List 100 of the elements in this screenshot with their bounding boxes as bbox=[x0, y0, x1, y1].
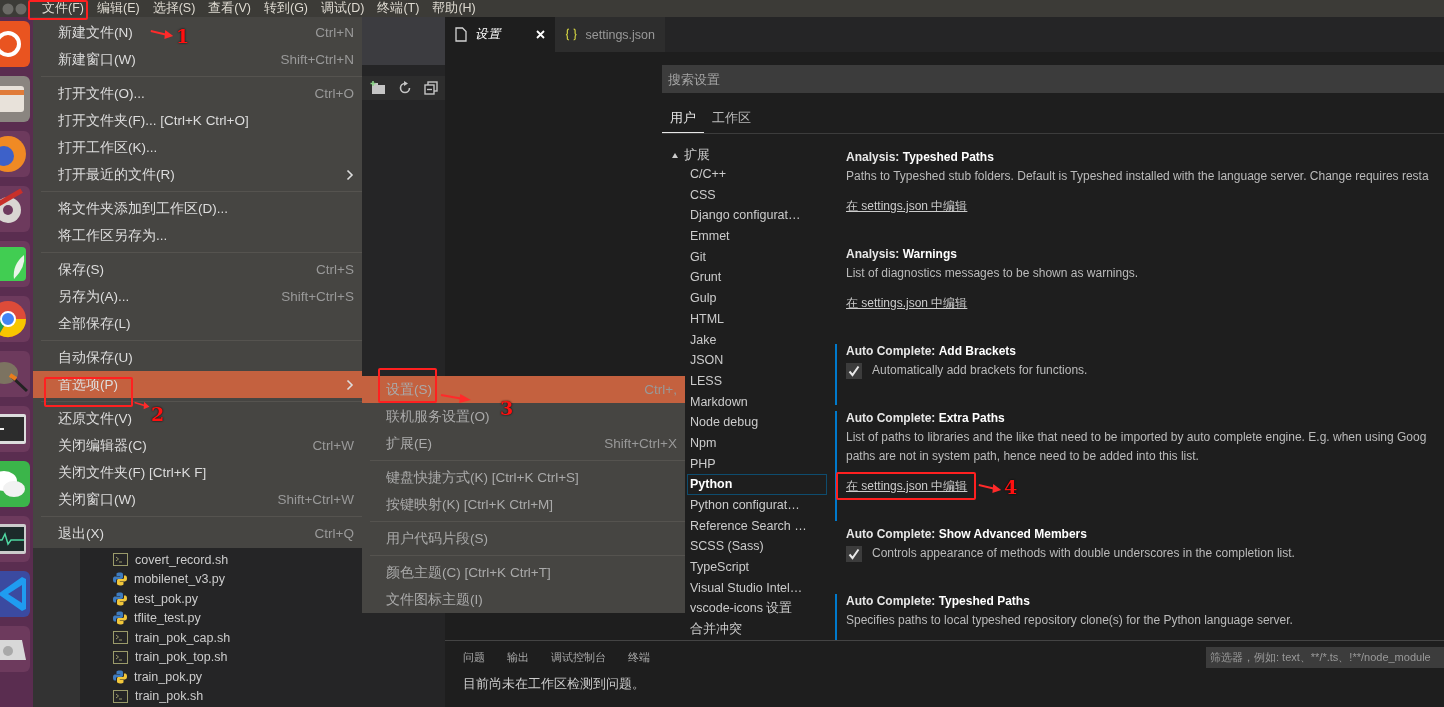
chat-bubbles-icon[interactable] bbox=[0, 461, 30, 507]
menu-item[interactable]: 用户代码片段(S) bbox=[386, 529, 488, 548]
menu-bar-item[interactable]: 转到(G) bbox=[264, 0, 309, 17]
menu-item[interactable]: 联机服务设置(O) bbox=[386, 407, 490, 426]
menu-item[interactable]: 打开最近的文件(R) bbox=[58, 165, 175, 184]
pulse-monitor-icon[interactable] bbox=[0, 516, 30, 562]
menu-item[interactable]: 将工作区另存为... bbox=[58, 226, 168, 245]
toc-item[interactable]: TypeScript bbox=[687, 557, 827, 578]
toc-item[interactable]: Grunt bbox=[687, 267, 827, 289]
scope-tab[interactable]: 用户 bbox=[662, 108, 704, 133]
toc-item[interactable]: 合并冲突 bbox=[687, 619, 827, 640]
menu-bar-item[interactable]: 帮助(H) bbox=[432, 0, 476, 17]
circle-logo-icon[interactable] bbox=[0, 21, 30, 67]
toc-group[interactable]: 扩展 bbox=[684, 147, 710, 164]
toc-item[interactable]: Git bbox=[687, 246, 827, 268]
ring-logo-icon[interactable] bbox=[0, 296, 30, 342]
menu-item[interactable]: 退出(X) bbox=[58, 524, 104, 543]
refresh-icon[interactable] bbox=[398, 81, 412, 95]
file-name[interactable]: mobilenet_v3.py bbox=[134, 572, 226, 587]
brush-icon[interactable] bbox=[0, 351, 30, 397]
python-file-icon bbox=[113, 591, 127, 606]
close-icon[interactable] bbox=[536, 30, 545, 39]
file-name[interactable]: train_pok_cap.sh bbox=[135, 630, 231, 645]
disk-drive-icon[interactable] bbox=[0, 626, 30, 672]
menu-item[interactable]: 打开工作区(K)... bbox=[58, 138, 158, 157]
scope-tab[interactable]: 工作区 bbox=[704, 108, 759, 133]
menu-bar-item[interactable]: 终端(T) bbox=[377, 0, 420, 17]
edit-in-settings-json-link[interactable]: 在 settings.json 中编辑 bbox=[846, 478, 968, 495]
menu-item[interactable]: 扩展(E) bbox=[386, 434, 432, 453]
menu-item[interactable]: 关闭窗口(W) bbox=[58, 490, 136, 509]
menu-item[interactable]: 全部保存(L) bbox=[58, 314, 131, 333]
leaf-icon[interactable] bbox=[0, 241, 30, 287]
menu-item[interactable]: 按键映射(K) [Ctrl+K Ctrl+M] bbox=[386, 495, 553, 514]
panel-tab[interactable]: 问题 bbox=[463, 649, 485, 665]
menu-item[interactable]: 文件图标主题(I) bbox=[386, 590, 483, 609]
expand-icon[interactable] bbox=[672, 153, 678, 158]
globe-icon[interactable] bbox=[0, 131, 30, 177]
menu-bar-item[interactable]: 文件(F) bbox=[42, 0, 84, 17]
menu-item[interactable]: 颜色主题(C) [Ctrl+K Ctrl+T] bbox=[386, 563, 551, 582]
menu-item[interactable]: 关闭文件夹(F) [Ctrl+K F] bbox=[58, 463, 207, 482]
menu-bar-item[interactable]: 编辑(E) bbox=[96, 0, 140, 17]
file-name[interactable]: train_pok.py bbox=[134, 669, 203, 684]
menu-item[interactable]: 还原文件(V) bbox=[58, 409, 132, 428]
terminal-icon[interactable] bbox=[0, 406, 30, 452]
menu-item[interactable]: 关闭编辑器(C) bbox=[58, 436, 147, 455]
checkbox[interactable] bbox=[846, 546, 862, 562]
toc-item[interactable]: vscode-icons 设置 bbox=[687, 598, 827, 620]
menu-item[interactable]: 打开文件(O)... bbox=[58, 84, 145, 103]
menu-item[interactable]: 新建文件(N) bbox=[58, 23, 133, 42]
file-name[interactable]: train_pok_top.sh bbox=[135, 650, 228, 665]
toc-item[interactable]: Npm bbox=[687, 432, 827, 454]
menu-item[interactable]: 保存(S) bbox=[58, 260, 104, 279]
filter-field[interactable]: 筛选器，例如: text、**/*.ts、!**/node_module bbox=[1206, 646, 1444, 668]
menu-bar-item[interactable]: 选择(S) bbox=[152, 0, 196, 17]
toc-item[interactable]: Node debug bbox=[687, 412, 827, 433]
toc-item[interactable]: Jake bbox=[687, 329, 827, 351]
panel-tab[interactable]: 输出 bbox=[507, 649, 529, 665]
toc-item[interactable]: HTML bbox=[687, 308, 827, 330]
file-name[interactable]: train_pok.sh bbox=[135, 689, 204, 704]
menu-item[interactable]: 打开文件夹(F)... [Ctrl+K Ctrl+O] bbox=[58, 111, 249, 130]
file-name[interactable]: tflite_test.py bbox=[134, 611, 201, 626]
toc-item[interactable]: CSS bbox=[687, 184, 827, 206]
menu-item[interactable]: 键盘快捷方式(K) [Ctrl+K Ctrl+S] bbox=[386, 468, 579, 487]
menu-item[interactable]: 新建窗口(W) bbox=[58, 50, 136, 69]
menu-item[interactable]: 另存为(A)... bbox=[58, 287, 130, 306]
menu-item[interactable]: 将文件夹添加到工作区(D)... bbox=[58, 199, 228, 218]
drawer-icon[interactable] bbox=[0, 76, 30, 122]
toc-item[interactable]: Python configurat… bbox=[687, 495, 827, 516]
code-editor-icon[interactable] bbox=[0, 571, 30, 617]
toc-item[interactable]: JSON bbox=[687, 350, 827, 371]
toc-item[interactable]: Emmet bbox=[687, 226, 827, 247]
checkbox[interactable] bbox=[846, 363, 862, 379]
gear-icon[interactable] bbox=[0, 186, 30, 232]
annotation-number: 2 bbox=[151, 404, 165, 424]
menu-item[interactable]: 自动保存(U) bbox=[58, 348, 133, 367]
panel-tab[interactable]: 调试控制台 bbox=[551, 649, 606, 665]
edit-in-settings-json-link[interactable]: 在 settings.json 中编辑 bbox=[846, 295, 968, 312]
toc-item[interactable]: C/C++ bbox=[687, 164, 827, 185]
editor-tab[interactable]: 设置 bbox=[445, 17, 555, 52]
new-folder-icon[interactable] bbox=[370, 81, 386, 95]
toc-item[interactable]: Python bbox=[687, 474, 827, 495]
toc-item[interactable]: Django configurat… bbox=[687, 205, 827, 227]
file-name[interactable]: test_pok.py bbox=[134, 591, 198, 606]
menu-bar-item[interactable]: 调试(D) bbox=[321, 0, 365, 17]
toc-item[interactable]: PHP bbox=[687, 453, 827, 475]
toc-item[interactable]: Markdown bbox=[687, 391, 827, 413]
panel-tab[interactable]: 终端 bbox=[628, 649, 650, 665]
menu-bar-item[interactable]: 查看(V) bbox=[208, 0, 251, 17]
toc-item[interactable]: Gulp bbox=[687, 288, 827, 309]
toc-item[interactable]: Visual Studio Intel… bbox=[687, 577, 827, 599]
terminal-file-icon bbox=[113, 689, 128, 703]
toc-item[interactable]: Reference Search … bbox=[687, 515, 827, 537]
toc-item[interactable]: LESS bbox=[687, 370, 827, 392]
search-settings-field[interactable]: 搜索设置 bbox=[662, 65, 1444, 93]
setting-description: Specifies paths to local typeshed repository clone(s) for the Python language server. bbox=[846, 613, 1293, 627]
collapse-all-icon[interactable] bbox=[424, 81, 438, 95]
editor-tab[interactable]: settings.json bbox=[555, 17, 665, 52]
file-name[interactable]: covert_record.sh bbox=[135, 552, 229, 567]
toc-item[interactable]: SCSS (Sass) bbox=[687, 536, 827, 558]
edit-in-settings-json-link[interactable]: 在 settings.json 中编辑 bbox=[846, 198, 968, 215]
